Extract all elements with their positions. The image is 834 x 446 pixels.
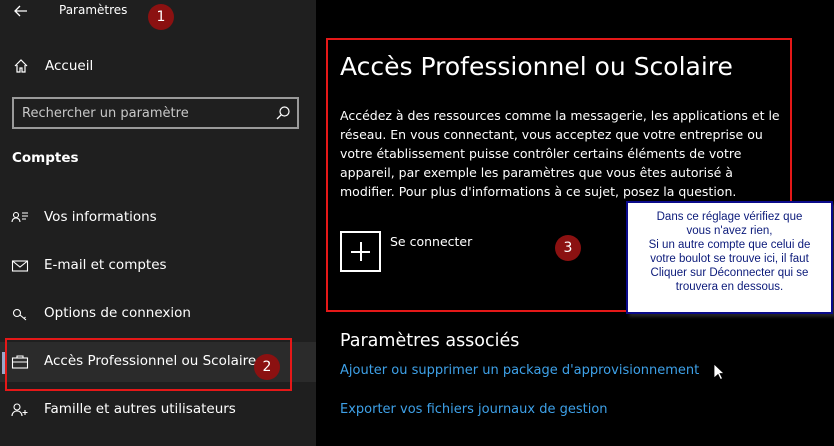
- search-input[interactable]: [22, 103, 272, 123]
- tooltip-line: Si un autre compte que celui de: [648, 239, 811, 251]
- link-provisioning-package[interactable]: Ajouter ou supprimer un package d'approv…: [340, 363, 699, 378]
- marker-1: 1: [148, 4, 174, 30]
- tooltip-line: trouvera en dessous.: [675, 281, 784, 293]
- marker-3: 3: [555, 235, 581, 261]
- description-text: Accédez à des ressources comme la messag…: [340, 108, 780, 199]
- marker-2: 2: [254, 354, 280, 380]
- key-icon: [12, 308, 27, 321]
- home-nav-item[interactable]: Accueil: [0, 52, 316, 82]
- home-icon: [14, 59, 28, 73]
- app-title: Paramètres: [59, 3, 128, 17]
- person-card-icon: [11, 211, 28, 223]
- link-export-logs[interactable]: Exporter vos fichiers journaux de gestio…: [340, 402, 608, 417]
- sidebar-item-vos-informations[interactable]: Vos informations: [0, 198, 316, 238]
- add-account-button[interactable]: [340, 231, 381, 272]
- section-title: Comptes: [12, 150, 79, 166]
- sidebar-item-label: Options de connexion: [44, 305, 191, 321]
- annotation-tooltip: Dans ce réglage vérifiez que vous n'avez…: [626, 201, 833, 314]
- tooltip-line: vous n'avez rien,: [686, 225, 773, 237]
- back-button[interactable]: [8, 0, 34, 22]
- sidebar-item-label: Famille et autres utilisateurs: [44, 401, 236, 417]
- tooltip-line: Cliquer sur Déconnecter qui se: [650, 267, 809, 279]
- mail-icon: [11, 260, 29, 272]
- related-settings-title: Paramètres associés: [340, 331, 520, 351]
- search-icon[interactable]: [275, 105, 291, 121]
- sidebar-item-options-connexion[interactable]: Options de connexion: [0, 294, 316, 334]
- sidebar-item-label: E-mail et comptes: [44, 257, 167, 273]
- tooltip-line: Dans ce réglage vérifiez que: [656, 211, 803, 223]
- connect-label[interactable]: Se connecter: [390, 234, 472, 249]
- sidebar-item-label: Vos informations: [44, 209, 157, 225]
- person-add-icon: [11, 403, 28, 417]
- tooltip-line: votre boulot se trouve ici, il faut: [650, 253, 809, 265]
- mouse-cursor-icon: [713, 363, 725, 381]
- sidebar-item-famille[interactable]: Famille et autres utilisateurs: [0, 390, 316, 430]
- sidebar-item-email[interactable]: E-mail et comptes: [0, 246, 316, 286]
- highlight-box-sidebar: [5, 338, 292, 391]
- home-label: Accueil: [45, 58, 94, 74]
- search-box[interactable]: [12, 97, 299, 129]
- page-title: Accès Professionnel ou Scolaire: [340, 52, 733, 81]
- arrow-left-icon: [14, 5, 27, 17]
